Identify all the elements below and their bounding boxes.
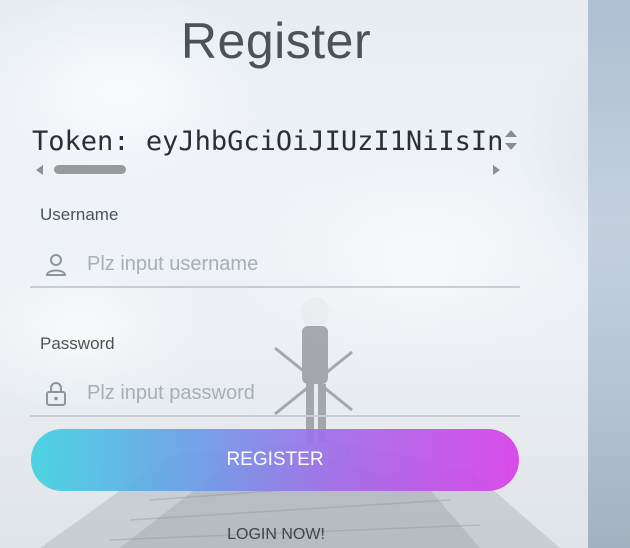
scrollbar-thumb[interactable] (54, 165, 126, 174)
scroll-right-icon[interactable] (493, 165, 500, 175)
background-right-strip (588, 0, 630, 548)
token-text: Token: eyJhbGciOiJIUzI1NiIsInR5cCI6IkpXV… (32, 126, 502, 157)
login-now-link[interactable]: LOGIN NOW! (0, 526, 552, 544)
page-title: Register (180, 13, 372, 69)
scroll-left-icon[interactable] (36, 165, 43, 175)
token-horizontal-scrollbar[interactable] (34, 164, 500, 176)
username-label: Username (40, 205, 119, 224)
user-icon (45, 254, 67, 276)
spinner-up-icon[interactable] (505, 130, 517, 137)
password-field-row (30, 371, 520, 417)
token-label: Token: (32, 126, 130, 157)
username-input[interactable] (85, 246, 509, 282)
register-panel: Register Token: eyJhbGciOiJIUzI1NiIsInR5… (0, 0, 588, 548)
token-spinner[interactable] (504, 128, 518, 158)
username-field-row (30, 242, 520, 288)
password-label: Password (40, 334, 115, 353)
password-input[interactable] (85, 375, 509, 411)
register-button[interactable]: REGISTER (31, 429, 519, 491)
lock-icon (46, 382, 66, 406)
spinner-down-icon[interactable] (505, 143, 517, 150)
token-value: eyJhbGciOiJIUzI1NiIsInR5cCI6IkpXVCJ9 (145, 126, 502, 157)
token-display[interactable]: Token: eyJhbGciOiJIUzI1NiIsInR5cCI6IkpXV… (30, 124, 520, 180)
